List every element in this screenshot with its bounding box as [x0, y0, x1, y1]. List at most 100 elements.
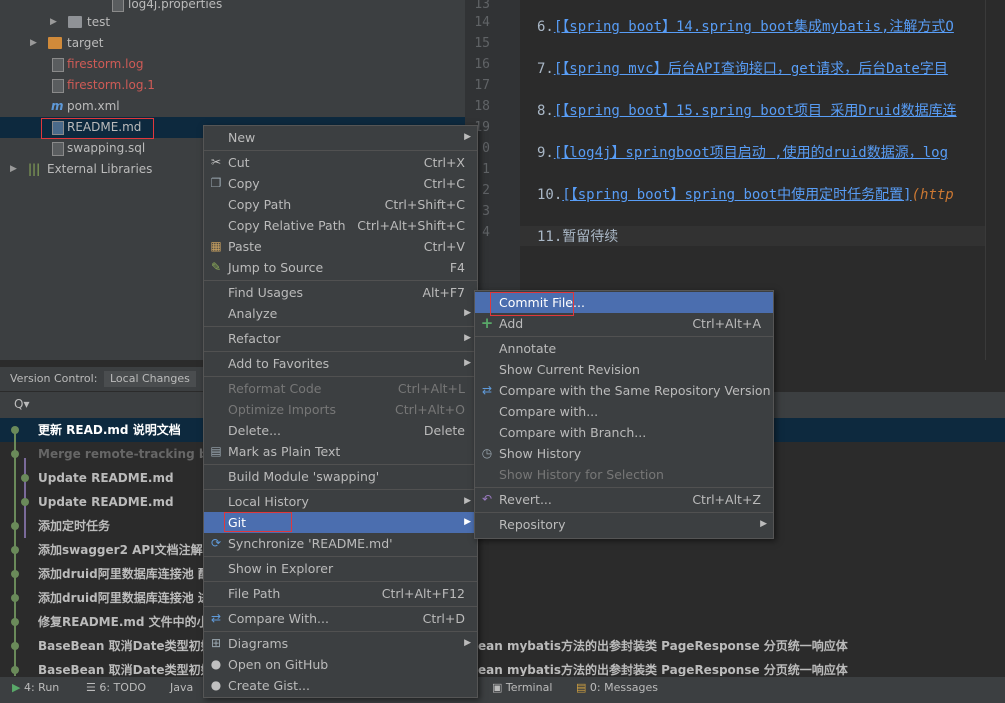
menu-item-repository[interactable]: Repository ▶: [475, 514, 773, 535]
terminal-icon: ▣: [492, 681, 506, 694]
editor-scrollbar[interactable]: [985, 0, 1005, 360]
submenu-arrow-icon: ▶: [464, 517, 471, 527]
run-tab[interactable]: ▶ 4: Run: [12, 680, 59, 696]
menu-item-compare-same-repo-version[interactable]: ⇄ Compare with the Same Repository Versio…: [475, 380, 773, 401]
commit-row[interactable]: 添加druid阿里数据库连接池 进: [38, 586, 210, 610]
tree-item-test[interactable]: ▶ test: [0, 12, 465, 33]
terminal-tab[interactable]: ▣ Terminal: [492, 680, 552, 696]
menu-item-file-path[interactable]: File Path Ctrl+Alt+F12: [204, 583, 477, 604]
markdown-link[interactable]: [【spring mvc】后台API查询接口，get请求，后台Date字目: [554, 61, 948, 77]
menu-item-optimize-imports[interactable]: Optimize Imports Ctrl+Alt+O: [204, 399, 477, 420]
menu-item-copy-relative-path[interactable]: Copy Relative Path Ctrl+Alt+Shift+C: [204, 215, 477, 236]
menu-item-revert[interactable]: ↶ Revert... Ctrl+Alt+Z: [475, 489, 773, 510]
menu-item-diagrams[interactable]: ⊞ Diagrams ▶: [204, 633, 477, 654]
menu-item-copy-path[interactable]: Copy Path Ctrl+Shift+C: [204, 194, 477, 215]
sql-file-icon: [52, 142, 64, 156]
menu-item-compare-with[interactable]: Compare with...: [475, 401, 773, 422]
menu-item-reformat-code[interactable]: Reformat Code Ctrl+Alt+L: [204, 378, 477, 399]
copy-icon: ❐: [210, 176, 222, 190]
annotation-highlight-box: [41, 118, 154, 139]
editor-line[interactable]: 10.[【spring boot】spring boot中使用定时任务配置](h…: [537, 184, 954, 204]
java-tab[interactable]: Java: [170, 680, 193, 696]
editor-line[interactable]: 9.[【log4j】springboot项目启动 ,使用的druid数据源，lo…: [537, 142, 948, 162]
status-strip: [0, 696, 1005, 703]
menu-item-paste[interactable]: ▦ Paste Ctrl+V: [204, 236, 477, 257]
commit-row[interactable]: 添加定时任务: [38, 514, 110, 538]
markdown-link[interactable]: [【spring boot】15.spring boot项目 采用Druid数据…: [554, 103, 957, 119]
menu-separator: [204, 464, 477, 465]
library-icon: |||: [28, 162, 41, 176]
tab-local-changes[interactable]: Local Changes: [104, 371, 196, 387]
menu-item-cut[interactable]: ✂ Cut Ctrl+X: [204, 152, 477, 173]
github-icon: ●: [210, 657, 222, 671]
commit-row-continued: ean mybatis方法的出参封装类 PageResponse 分页统一响应体: [478, 663, 848, 676]
tab-version-control[interactable]: Version Control:: [10, 371, 97, 387]
search-icon[interactable]: Q▾: [14, 397, 29, 411]
menu-item-find-usages[interactable]: Find Usages Alt+F7: [204, 282, 477, 303]
expand-arrow-icon[interactable]: ▶: [30, 33, 37, 54]
menu-item-copy[interactable]: ❐ Copy Ctrl+C: [204, 173, 477, 194]
menu-item-delete[interactable]: Delete... Delete: [204, 420, 477, 441]
history-icon: ◷: [481, 446, 493, 460]
menu-item-compare-with-branch[interactable]: Compare with Branch...: [475, 422, 773, 443]
menu-item-add-to-favorites[interactable]: Add to Favorites ▶: [204, 353, 477, 374]
submenu-arrow-icon: ▶: [464, 308, 471, 318]
maven-icon: m: [51, 99, 64, 113]
annotation-highlight-box: [224, 512, 292, 532]
messages-tab[interactable]: ▤ 0: Messages: [576, 680, 658, 696]
menu-item-analyze[interactable]: Analyze ▶: [204, 303, 477, 324]
menu-item-show-history-for-selection[interactable]: Show History for Selection: [475, 464, 773, 485]
commit-row[interactable]: BaseBean 取消Date类型初始化: [38, 658, 225, 676]
menu-separator: [204, 606, 477, 607]
folder-icon: [68, 16, 82, 28]
commit-row[interactable]: Update README.md: [38, 466, 174, 490]
editor-line[interactable]: 7.[【spring mvc】后台API查询接口，get请求，后台Date字目: [537, 58, 948, 78]
menu-item-synchronize[interactable]: ⟳ Synchronize 'README.md': [204, 533, 477, 554]
commit-row[interactable]: 修复README.md 文件中的小: [38, 610, 209, 634]
commit-dot-icon: [11, 618, 19, 626]
tree-item-target[interactable]: ▶ target: [0, 33, 465, 54]
editor-line[interactable]: 6.[【spring boot】14.spring boot集成mybatis,…: [537, 16, 954, 36]
commit-row[interactable]: 更新 READ.md 说明文档: [38, 418, 181, 442]
menu-item-refactor[interactable]: Refactor ▶: [204, 328, 477, 349]
tree-item-firestorm-log[interactable]: firestorm.log: [0, 54, 465, 75]
menu-item-local-history[interactable]: Local History ▶: [204, 491, 477, 512]
menu-separator: [204, 326, 477, 327]
menu-item-add[interactable]: + Add Ctrl+Alt+A: [475, 313, 773, 334]
menu-item-show-in-explorer[interactable]: Show in Explorer: [204, 558, 477, 579]
menu-item-jump-to-source[interactable]: ✎ Jump to Source F4: [204, 257, 477, 278]
menu-item-open-on-github[interactable]: ● Open on GitHub: [204, 654, 477, 675]
tree-item-pom[interactable]: m pom.xml: [0, 96, 465, 117]
github-icon: ●: [210, 678, 222, 692]
tree-item-firestorm-log-1[interactable]: firestorm.log.1: [0, 75, 465, 96]
commit-row[interactable]: 添加swagger2 API文档注解功: [38, 538, 215, 562]
expand-arrow-icon[interactable]: ▶: [50, 12, 57, 33]
commit-row[interactable]: Merge remote-tracking bra: [38, 442, 221, 466]
markdown-link[interactable]: [【log4j】springboot项目启动 ,使用的druid数据源，log: [554, 145, 948, 161]
line-number: 14: [474, 15, 490, 30]
menu-item-annotate[interactable]: Annotate: [475, 338, 773, 359]
commit-dot-icon: [11, 570, 19, 578]
menu-item-mark-as-plain-text[interactable]: ▤ Mark as Plain Text: [204, 441, 477, 462]
menu-item-compare-with[interactable]: ⇄ Compare With... Ctrl+D: [204, 608, 477, 629]
markdown-link[interactable]: [【spring boot】14.spring boot集成mybatis,注解…: [554, 19, 954, 35]
folder-icon: [48, 37, 62, 49]
commit-row[interactable]: BaseBean 取消Date类型初始化: [38, 634, 225, 658]
editor-current-line[interactable]: 11.暂留待续: [520, 226, 1005, 246]
submenu-arrow-icon: ▶: [464, 333, 471, 343]
commit-dot-icon: [21, 498, 29, 506]
menu-separator: [204, 280, 477, 281]
expand-arrow-icon[interactable]: ▶: [10, 159, 17, 180]
commit-row[interactable]: 添加druid阿里数据库连接池 配: [38, 562, 210, 586]
markdown-link[interactable]: [【spring boot】spring boot中使用定时任务配置]: [562, 187, 911, 203]
todo-tab[interactable]: ☰ 6: TODO: [86, 680, 146, 696]
commit-row[interactable]: Update README.md: [38, 490, 174, 514]
annotation-highlight-box: [490, 292, 574, 316]
menu-item-new[interactable]: New ▶: [204, 127, 477, 148]
editor-line[interactable]: 8.[【spring boot】15.spring boot项目 采用Druid…: [537, 100, 957, 120]
menu-item-build-module[interactable]: Build Module 'swapping': [204, 466, 477, 487]
menu-item-show-history[interactable]: ◷ Show History: [475, 443, 773, 464]
menu-item-create-gist[interactable]: ● Create Gist...: [204, 675, 477, 696]
menu-item-show-current-revision[interactable]: Show Current Revision: [475, 359, 773, 380]
line-number: 13: [474, 0, 490, 12]
